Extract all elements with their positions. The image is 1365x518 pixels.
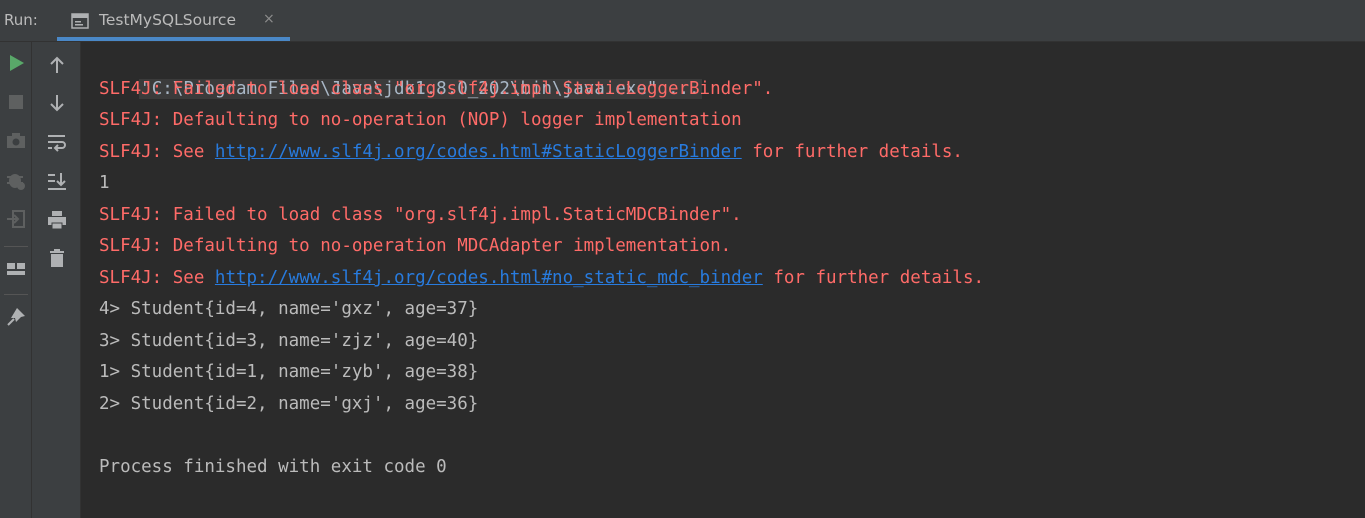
tab-title: TestMySQLSource (99, 11, 236, 29)
trash-icon[interactable] (46, 247, 68, 269)
scroll-to-end-icon[interactable] (46, 170, 68, 192)
line-text: for further details. (741, 142, 963, 162)
console-line: "C:\Program Files\Java\jdk1.8.0_202\bin\… (99, 43, 702, 99)
run-toolbar-right (32, 42, 81, 518)
console-line: 2> Student{id=2, name='gxj', age=36} (99, 394, 479, 414)
console-line: 1 (99, 173, 110, 193)
console-line-error: SLF4J: See http://www.slf4j.org/codes.ht… (99, 263, 984, 294)
toolbar-separator (4, 294, 28, 295)
layout-icon[interactable] (5, 258, 27, 280)
line-text: SLF4J: See (99, 142, 215, 162)
run-toolbar-left (0, 42, 32, 518)
close-icon[interactable]: × (263, 11, 275, 27)
run-tool-window-header: Run: TestMySQLSource × (0, 0, 1365, 42)
console-output[interactable]: "C:\Program Files\Java\jdk1.8.0_202\bin\… (81, 42, 1365, 518)
console-line-error: SLF4J: Failed to load class "org.slf4j.i… (99, 205, 742, 225)
pin-icon[interactable] (5, 306, 27, 328)
slf4j-binder-link[interactable]: http://www.slf4j.org/codes.html#StaticLo… (215, 142, 742, 162)
run-config-icon (71, 13, 89, 33)
print-icon[interactable] (46, 209, 68, 231)
arrow-up-icon[interactable] (46, 54, 68, 76)
stop-icon[interactable] (5, 91, 27, 113)
run-label: Run: (4, 11, 38, 29)
console-line-exit: Process finished with exit code 0 (99, 457, 447, 477)
console-line-error: SLF4J: Defaulting to no-operation MDCAda… (99, 236, 732, 256)
camera-icon[interactable] (5, 130, 27, 152)
console-line-error: SLF4J: Failed to load class "org.slf4j.i… (99, 79, 774, 99)
console-line-error: SLF4J: Defaulting to no-operation (NOP) … (99, 110, 742, 130)
tab-active-indicator (57, 37, 290, 41)
toolbar-separator (4, 246, 28, 247)
line-text: for further details. (762, 268, 985, 288)
exit-icon[interactable] (5, 208, 27, 230)
run-icon[interactable] (5, 52, 27, 74)
slf4j-mdc-binder-link[interactable]: http://www.slf4j.org/codes.html#no_stati… (215, 268, 763, 288)
console-line: 1> Student{id=1, name='zyb', age=38} (99, 362, 479, 382)
debug-settings-icon[interactable] (5, 169, 27, 191)
console-line: 3> Student{id=3, name='zjz', age=40} (99, 331, 479, 351)
line-text: SLF4J: See (99, 268, 215, 288)
console-line-error: SLF4J: See http://www.slf4j.org/codes.ht… (99, 137, 963, 168)
arrow-down-icon[interactable] (46, 92, 68, 114)
console-line: 4> Student{id=4, name='gxz', age=37} (99, 299, 479, 319)
soft-wrap-icon[interactable] (46, 131, 68, 153)
tab-testmysqlsource[interactable]: TestMySQLSource × (57, 0, 290, 41)
